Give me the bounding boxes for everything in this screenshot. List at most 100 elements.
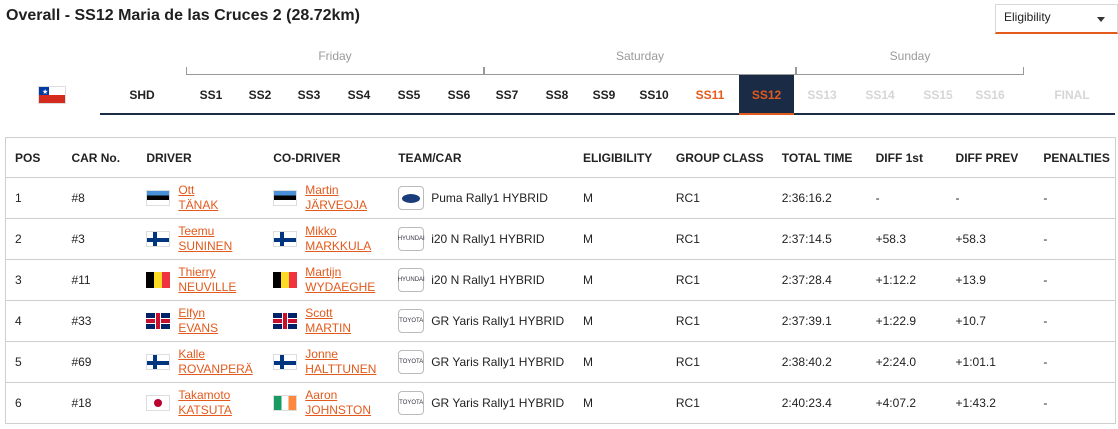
driver-cell: Ott TÄNAK xyxy=(137,177,265,219)
table-header-row: POS CAR No. DRIVER CO-DRIVER TEAM/CAR ELIGIBI… xyxy=(5,137,1116,178)
driver-cell: Thierry NEUVILLE xyxy=(137,259,265,301)
column-header[interactable]: DRIVER xyxy=(137,137,265,178)
tab-ss8[interactable]: SS8 xyxy=(532,75,582,115)
column-header[interactable]: TOTAL TIME xyxy=(772,137,867,178)
codriver-last-name-link[interactable]: HALTTUNEN xyxy=(305,362,376,377)
column-header[interactable]: POS xyxy=(5,137,63,178)
diff-first-cell: - xyxy=(866,177,947,219)
group-class-cell: RC1 xyxy=(666,382,773,424)
driver-last-name-link[interactable]: ROVANPERÄ xyxy=(178,362,252,377)
tab-ss7[interactable]: SS7 xyxy=(482,75,532,115)
page-title: Overall - SS12 Maria de las Cruces 2 (28… xyxy=(6,7,360,24)
team-car-name: i20 N Rally1 HYBRID xyxy=(431,232,545,246)
group-class-cell: RC1 xyxy=(666,177,773,219)
tab-ss6[interactable]: SS6 xyxy=(434,75,484,115)
codriver-first-name-link[interactable]: Martijn xyxy=(305,265,375,280)
codriver-last-name-link[interactable]: MARKKULA xyxy=(305,239,371,254)
table-row[interactable]: 2 #3 Teemu SUNINEN Mikko MARKKULA HYUNDAI i20 N… xyxy=(5,218,1116,260)
table-row[interactable]: 5 #69 Kalle ROVANPERÄ Jonne HALTTUNEN TOYOTA GR… xyxy=(5,341,1116,383)
table-row[interactable]: 4 #33 Elfyn EVANS Scott MARTIN TOYOTA GR Yaris … xyxy=(5,300,1116,342)
codriver-cell: Aaron JOHNSTON xyxy=(264,382,390,424)
total-time-cell: 2:38:40.2 xyxy=(772,341,867,383)
total-time-cell: 2:37:28.4 xyxy=(772,259,867,301)
tab-ss1[interactable]: SS1 xyxy=(186,75,236,115)
driver-last-name-link[interactable]: EVANS xyxy=(178,321,218,336)
table-row[interactable]: 1 #8 Ott TÄNAK Martin JÄRVEOJA Puma Rally1 HYB… xyxy=(5,177,1116,219)
diff-first-cell: +1:22.9 xyxy=(866,300,947,342)
column-header[interactable]: CO-DRIVER xyxy=(264,137,390,178)
codriver-last-name-link[interactable]: JÄRVEOJA xyxy=(305,198,367,213)
driver-first-name-link[interactable]: Elfyn xyxy=(178,306,218,321)
driver-last-name-link[interactable]: NEUVILLE xyxy=(178,280,236,295)
be-flag-icon xyxy=(273,272,298,288)
team-car-name: GR Yaris Rally1 HYBRID xyxy=(431,396,565,410)
diff-prev-cell: +13.9 xyxy=(946,259,1035,301)
team-car-cell: Puma Rally1 HYBRID xyxy=(389,177,574,219)
pos-cell: 4 xyxy=(5,300,63,342)
eligibility-select[interactable]: Eligibility xyxy=(995,4,1118,34)
column-header[interactable]: GROUP CLASS xyxy=(666,137,773,178)
fi-flag-icon xyxy=(146,354,171,370)
tab-ss15[interactable]: SS15 xyxy=(913,75,963,115)
fi-flag-icon xyxy=(146,231,171,247)
eligibility-cell: M xyxy=(573,300,667,342)
team-car-name: i20 N Rally1 HYBRID xyxy=(431,273,545,287)
penalties-cell: - xyxy=(1034,300,1116,342)
total-time-cell: 2:37:14.5 xyxy=(772,218,867,260)
day-groups: Friday Saturday Sunday xyxy=(0,49,1118,75)
tab-ss3[interactable]: SS3 xyxy=(284,75,334,115)
tab-ss10[interactable]: SS10 xyxy=(629,75,679,115)
tab-ss4[interactable]: SS4 xyxy=(334,75,384,115)
driver-cell: Teemu SUNINEN xyxy=(137,218,265,260)
driver-first-name-link[interactable]: Teemu xyxy=(178,224,232,239)
codriver-first-name-link[interactable]: Scott xyxy=(305,306,351,321)
codriver-first-name-link[interactable]: Aaron xyxy=(305,388,371,403)
tab-ss12[interactable]: SS12 xyxy=(739,75,794,115)
team-car-name: GR Yaris Rally1 HYBRID xyxy=(431,314,565,328)
toyota-logo-icon: TOYOTA xyxy=(398,350,425,374)
codriver-last-name-link[interactable]: MARTIN xyxy=(305,321,351,336)
fi-flag-icon xyxy=(273,354,298,370)
column-header[interactable]: TEAM/CAR xyxy=(389,137,574,178)
tab-ss9[interactable]: SS9 xyxy=(579,75,629,115)
driver-first-name-link[interactable]: Takamoto xyxy=(178,388,232,403)
column-header[interactable]: PENALTIES xyxy=(1034,137,1116,178)
group-class-cell: RC1 xyxy=(666,300,773,342)
driver-last-name-link[interactable]: TÄNAK xyxy=(178,198,218,213)
codriver-first-name-link[interactable]: Jonne xyxy=(305,347,376,362)
eligibility-cell: M xyxy=(573,218,667,260)
tab-ss5[interactable]: SS5 xyxy=(384,75,434,115)
tab-final[interactable]: FINAL xyxy=(1047,75,1097,115)
codriver-last-name-link[interactable]: JOHNSTON xyxy=(305,403,371,418)
driver-last-name-link[interactable]: SUNINEN xyxy=(178,239,232,254)
tab-ss11[interactable]: SS11 xyxy=(685,75,735,115)
codriver-cell: Martijn WYDAEGHE xyxy=(264,259,390,301)
driver-first-name-link[interactable]: Kalle xyxy=(178,347,252,362)
tab-ss14[interactable]: SS14 xyxy=(855,75,905,115)
penalties-cell: - xyxy=(1034,218,1116,260)
group-class-cell: RC1 xyxy=(666,341,773,383)
driver-first-name-link[interactable]: Ott xyxy=(178,183,218,198)
chevron-down-icon xyxy=(1097,17,1105,22)
tab-ss2[interactable]: SS2 xyxy=(235,75,285,115)
tab-ss13[interactable]: SS13 xyxy=(797,75,847,115)
codriver-first-name-link[interactable]: Mikko xyxy=(305,224,371,239)
driver-first-name-link[interactable]: Thierry xyxy=(178,265,236,280)
codriver-first-name-link[interactable]: Martin xyxy=(305,183,367,198)
column-header[interactable]: ELIGIBILITY xyxy=(573,137,667,178)
table-row[interactable]: 3 #11 Thierry NEUVILLE Martijn WYDAEGHE HYUNDA… xyxy=(5,259,1116,301)
diff-prev-cell: - xyxy=(946,177,1035,219)
codriver-last-name-link[interactable]: WYDAEGHE xyxy=(305,280,375,295)
table-row[interactable]: 6 #18 Takamoto KATSUTA Aaron JOHNSTON TOYOTA GR… xyxy=(5,382,1116,424)
gb-flag-icon xyxy=(146,313,171,329)
driver-last-name-link[interactable]: KATSUTA xyxy=(178,403,232,418)
eligibility-select-label: Eligibility xyxy=(1004,10,1051,24)
tab-ss16[interactable]: SS16 xyxy=(965,75,1015,115)
tab-shd[interactable]: SHD xyxy=(117,75,167,115)
column-header[interactable]: DIFF PREV xyxy=(946,137,1035,178)
car-number-cell: #3 xyxy=(62,218,138,260)
pos-cell: 5 xyxy=(5,341,63,383)
column-header[interactable]: DIFF 1st xyxy=(866,137,947,178)
column-header[interactable]: CAR No. xyxy=(62,137,138,178)
diff-first-cell: +58.3 xyxy=(866,218,947,260)
